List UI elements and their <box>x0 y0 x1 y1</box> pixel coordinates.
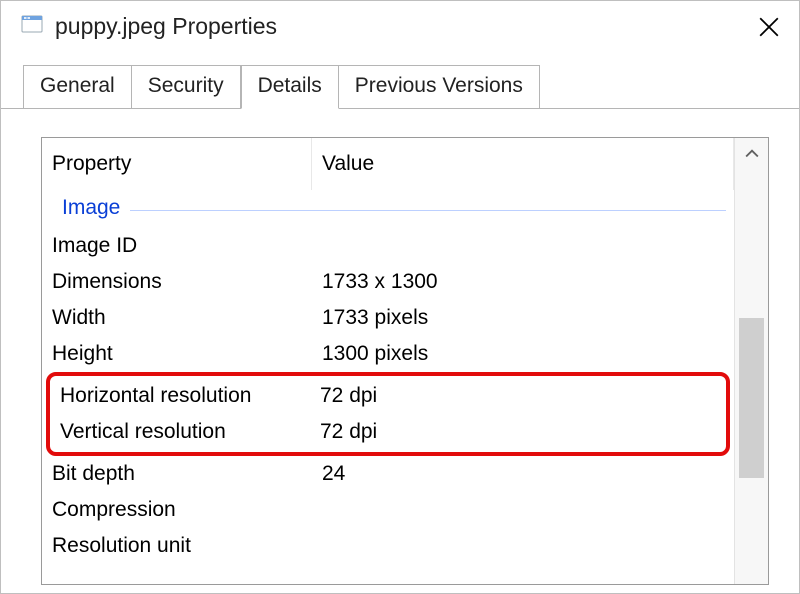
label-bit-depth: Bit depth <box>52 462 322 486</box>
details-content: Property Value Image Image ID Dimensions… <box>1 109 799 593</box>
value-dimensions: 1733 x 1300 <box>322 270 734 294</box>
row-resolution-unit[interactable]: Resolution unit <box>42 528 734 564</box>
grid-header: Property Value <box>42 138 734 190</box>
value-resolution-unit <box>322 534 734 558</box>
row-width[interactable]: Width 1733 pixels <box>42 300 734 336</box>
header-value[interactable]: Value <box>312 138 734 190</box>
file-icon <box>21 13 45 33</box>
row-horizontal-resolution[interactable]: Horizontal resolution 72 dpi <box>56 378 726 414</box>
row-bit-depth[interactable]: Bit depth 24 <box>42 456 734 492</box>
titlebar: puppy.jpeg Properties <box>1 1 799 65</box>
label-resolution-unit: Resolution unit <box>52 534 322 558</box>
scroll-thumb[interactable] <box>739 318 764 478</box>
value-compression <box>322 498 734 522</box>
tabs: General Security Details Previous Versio… <box>1 65 799 109</box>
row-compression[interactable]: Compression <box>42 492 734 528</box>
value-vertical-resolution: 72 dpi <box>320 420 726 444</box>
value-bit-depth: 24 <box>322 462 734 486</box>
tab-security[interactable]: Security <box>132 65 241 109</box>
row-vertical-resolution[interactable]: Vertical resolution 72 dpi <box>56 414 726 450</box>
close-button[interactable] <box>749 7 789 47</box>
header-property[interactable]: Property <box>42 138 312 190</box>
section-divider <box>130 210 726 211</box>
scrollbar[interactable] <box>734 138 768 584</box>
row-dimensions[interactable]: Dimensions 1733 x 1300 <box>42 264 734 300</box>
section-image-label: Image <box>62 196 120 220</box>
value-image-id <box>322 234 734 258</box>
value-horizontal-resolution: 72 dpi <box>320 384 726 408</box>
properties-dialog: puppy.jpeg Properties General Security D… <box>0 0 800 594</box>
annotation-highlight: Horizontal resolution 72 dpi Vertical re… <box>46 372 730 456</box>
tab-general[interactable]: General <box>23 65 132 109</box>
value-height: 1300 pixels <box>322 342 734 366</box>
value-width: 1733 pixels <box>322 306 734 330</box>
label-width: Width <box>52 306 322 330</box>
tab-previous-versions[interactable]: Previous Versions <box>339 65 540 109</box>
label-horizontal-resolution: Horizontal resolution <box>60 384 320 408</box>
row-height[interactable]: Height 1300 pixels <box>42 336 734 372</box>
window-title: puppy.jpeg Properties <box>55 13 749 40</box>
label-dimensions: Dimensions <box>52 270 322 294</box>
properties-grid: Property Value Image Image ID Dimensions… <box>42 138 734 584</box>
tab-details[interactable]: Details <box>241 65 339 109</box>
section-image: Image <box>42 190 734 228</box>
properties-panel: Property Value Image Image ID Dimensions… <box>41 137 769 585</box>
scroll-track[interactable] <box>735 168 768 584</box>
label-vertical-resolution: Vertical resolution <box>60 420 320 444</box>
row-image-id[interactable]: Image ID <box>42 228 734 264</box>
label-height: Height <box>52 342 322 366</box>
label-compression: Compression <box>52 498 322 522</box>
label-image-id: Image ID <box>52 234 322 258</box>
scroll-up-button[interactable] <box>735 138 769 168</box>
